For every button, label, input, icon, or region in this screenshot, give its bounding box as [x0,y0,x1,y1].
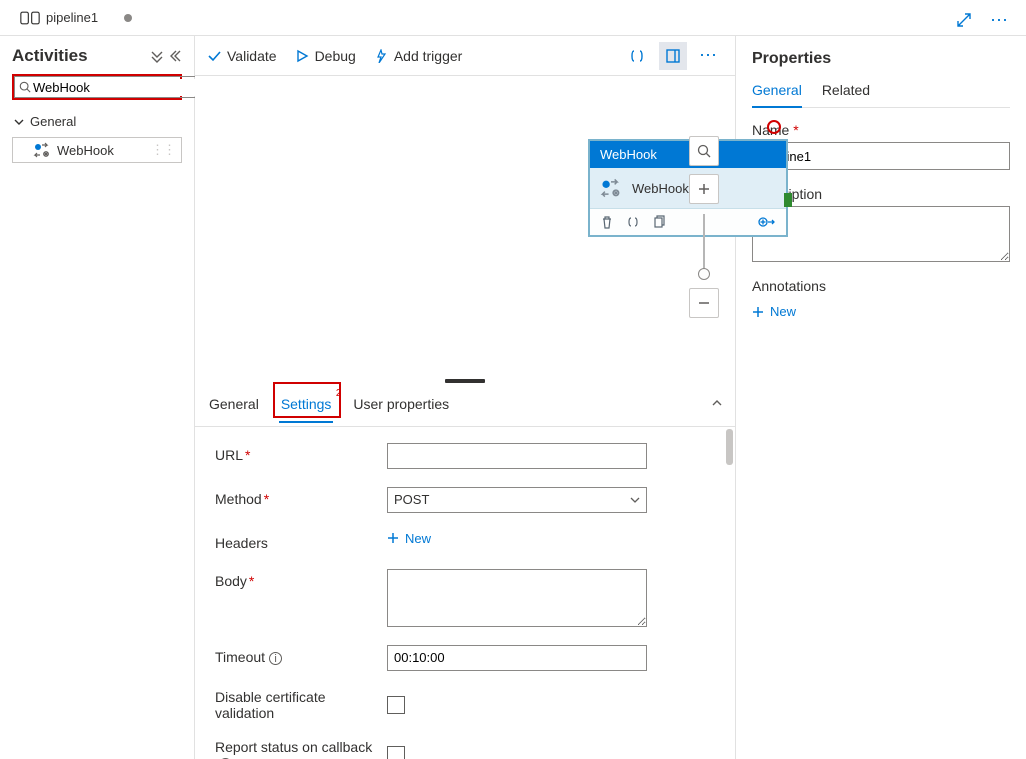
collapse-left-icon[interactable] [168,49,182,63]
dirty-indicator-icon [124,14,132,22]
validation-marker-icon [767,120,781,134]
output-port[interactable] [784,193,792,207]
pipeline-tab[interactable]: pipeline1 [10,0,142,35]
validate-button[interactable]: Validate [207,48,277,64]
add-trigger-label: Add trigger [394,48,462,64]
timeout-label: Timeout [215,649,265,665]
canvas-toolbar: Validate Debug Add trigger [195,36,735,76]
collapse-panel-button[interactable] [711,397,723,412]
node-type-label: WebHook [590,141,786,168]
headers-label: Headers [215,531,387,551]
top-tab-bar: pipeline1 ⋯ [0,0,1026,36]
tab-settings-label: Settings [281,396,332,412]
node-name-label: WebHook1 [632,181,696,196]
sidebar-group-general[interactable]: General [8,110,186,133]
props-tab-related[interactable]: Related [822,82,870,107]
tab-general[interactable]: General [207,386,261,422]
disable-cert-label: Disable certificate validation [215,689,387,721]
body-input[interactable] [387,569,647,627]
tab-user-properties[interactable]: User properties [351,386,451,422]
settings-badge: 2 [336,388,342,399]
sidebar-item-webhook[interactable]: WebHook ⋮⋮ [12,137,182,163]
add-header-button[interactable]: New [387,531,431,546]
canvas-nav-controls [689,136,719,318]
props-annotations-label: Annotations [752,278,1010,294]
scrollbar[interactable] [726,429,733,465]
properties-panel-icon[interactable] [659,42,687,70]
json-view-icon[interactable] [623,42,651,70]
add-trigger-button[interactable]: Add trigger [374,48,462,64]
canvas-more-icon[interactable]: ⋯ [695,42,723,70]
activity-panel-tabs: General Settings 2 User properties [195,383,735,427]
center-panel: Validate Debug Add trigger [195,36,736,759]
report-status-checkbox[interactable] [387,746,405,759]
sidebar-item-label: WebHook [57,143,114,158]
info-icon[interactable]: i [269,652,282,665]
report-status-label: Report status on callback [215,739,372,755]
url-label: URL [215,447,243,463]
copy-icon[interactable] [652,215,666,229]
debug-button[interactable]: Debug [295,48,356,64]
fit-zoom-button[interactable] [689,136,719,166]
collapse-down-icon[interactable] [150,49,164,63]
method-value: POST [394,492,429,507]
activities-search-input[interactable] [31,79,211,96]
pipeline-description-input[interactable] [752,206,1010,262]
properties-title: Properties [752,50,1010,68]
webhook-icon [33,142,51,158]
body-label: Body [215,573,247,589]
node-body: WebHook1 [590,168,786,208]
add-annotation-label: New [770,304,796,319]
method-select[interactable]: POST [387,487,647,513]
pipeline-icon [20,10,40,26]
method-label: Method [215,491,262,507]
add-annotation-button[interactable]: New [752,304,1010,319]
zoom-thumb[interactable] [698,268,710,280]
timeout-input[interactable] [387,645,647,671]
debug-label: Debug [315,48,356,64]
search-highlight [12,74,182,100]
chevron-down-icon [630,495,640,505]
settings-panel-body: URL* Method* POST Headers New [195,427,735,759]
tab-title: pipeline1 [46,10,98,25]
add-output-icon[interactable] [758,215,776,229]
zoom-in-button[interactable] [689,174,719,204]
pipeline-canvas[interactable]: WebHook WebHook1 [195,76,735,383]
pipeline-name-input[interactable] [752,142,1010,170]
tab-settings[interactable]: Settings 2 [279,386,334,422]
webhook-icon [600,178,622,198]
sidebar-group-label: General [30,114,76,129]
zoom-slider[interactable] [703,214,705,278]
search-icon [19,81,31,93]
delete-icon[interactable] [600,215,614,229]
drag-grip-icon: ⋮⋮ [151,142,175,158]
more-icon[interactable]: ⋯ [986,6,1014,34]
add-header-label: New [405,531,431,546]
sidebar-title: Activities [12,46,88,66]
chevron-down-icon [14,117,24,127]
validate-label: Validate [227,48,277,64]
url-input[interactable] [387,443,647,469]
zoom-out-button[interactable] [689,288,719,318]
activity-node-webhook1[interactable]: WebHook WebHook1 [589,140,787,236]
props-tab-general[interactable]: General [752,82,802,108]
expand-icon[interactable] [950,6,978,34]
disable-cert-checkbox[interactable] [387,696,405,714]
code-icon[interactable] [626,215,640,229]
activities-sidebar: Activities General [0,36,195,759]
